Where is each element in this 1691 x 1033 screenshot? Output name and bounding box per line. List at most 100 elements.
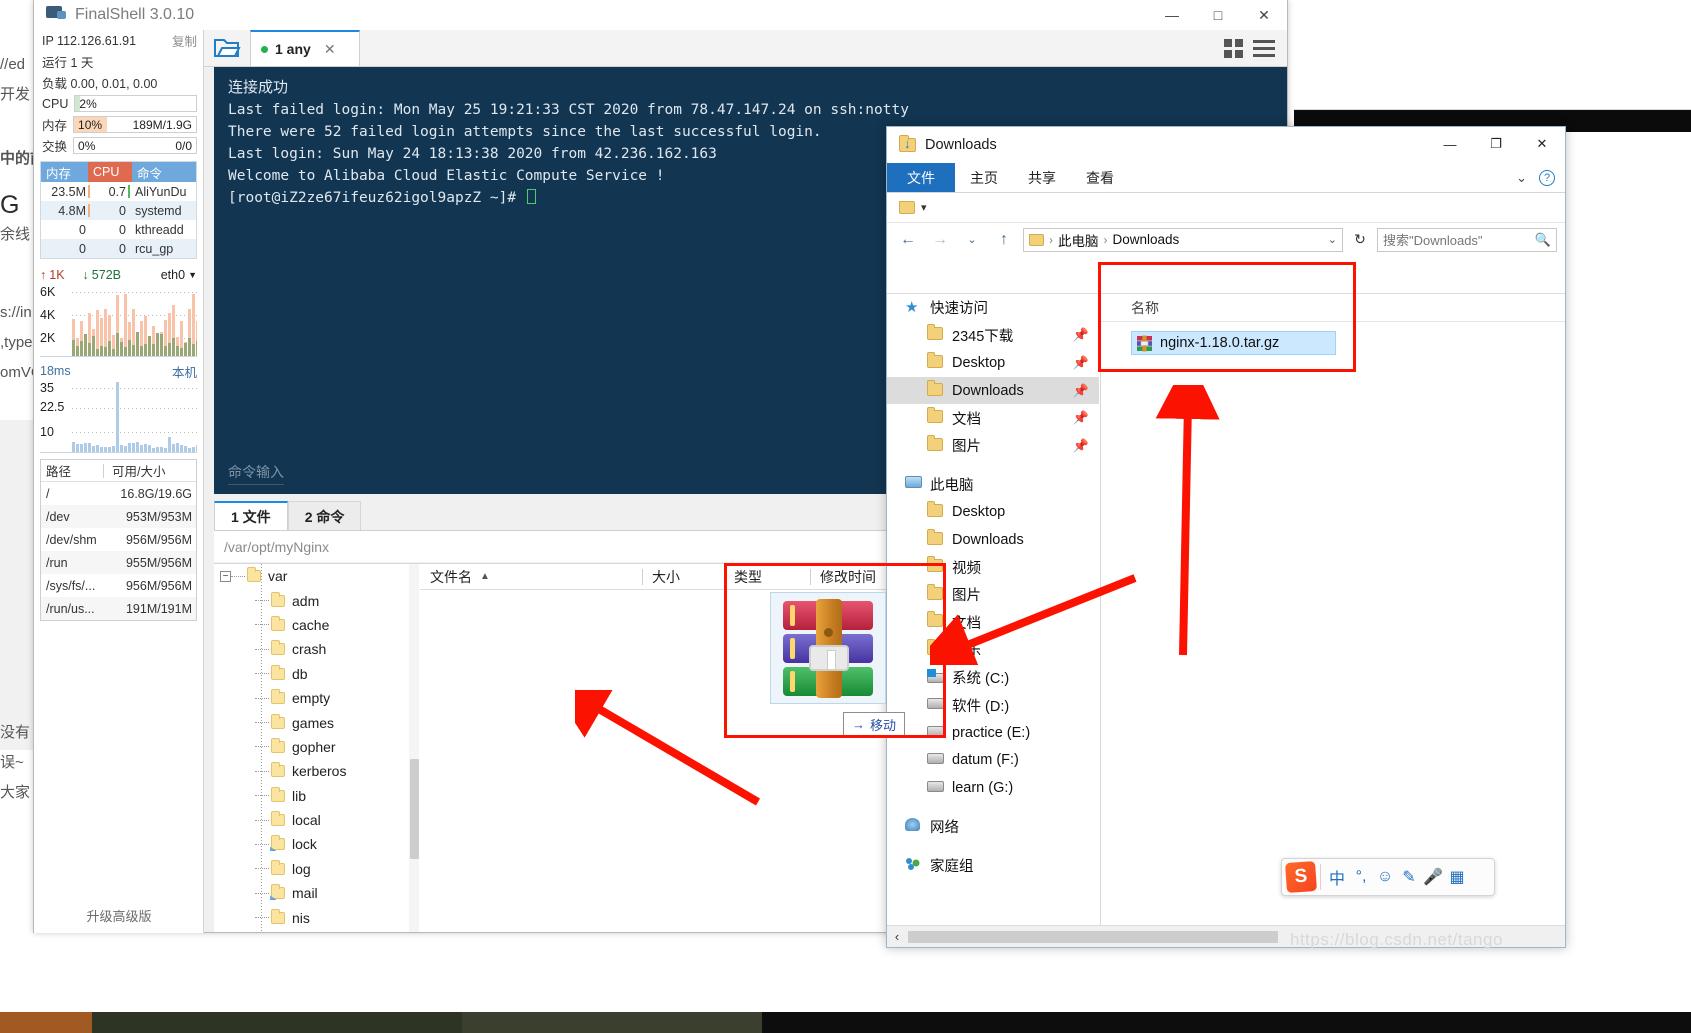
- voice-icon[interactable]: 🎤: [1421, 864, 1445, 890]
- tree-node[interactable]: log: [214, 857, 418, 881]
- tree-node[interactable]: lib: [214, 784, 418, 808]
- nav-item-learn (G:)[interactable]: learn (G:): [887, 774, 1099, 802]
- tree-node[interactable]: games: [214, 710, 418, 734]
- tree-node[interactable]: gopher: [214, 735, 418, 759]
- pin-icon[interactable]: 📌: [1073, 355, 1089, 371]
- breadcrumb-this-pc[interactable]: 此电脑: [1058, 230, 1099, 250]
- process-row[interactable]: 4.8M 0 systemd: [41, 201, 196, 220]
- ribbon-tab-file[interactable]: 文件: [887, 163, 955, 192]
- recent-locations-button[interactable]: ⌄: [959, 227, 985, 253]
- back-button[interactable]: ←: [895, 227, 921, 253]
- pin-icon[interactable]: 📌: [1073, 383, 1089, 399]
- nav-item-label: 文档: [952, 411, 981, 428]
- process-col-cmd[interactable]: 命令: [132, 162, 196, 182]
- upgrade-button[interactable]: 升级高级版: [34, 906, 204, 925]
- nav-item-Downloads[interactable]: Downloads 📌: [887, 376, 1099, 405]
- nav-section-网络[interactable]: 网络: [887, 813, 1099, 841]
- tree-node[interactable]: cache: [214, 613, 418, 637]
- remote-directory-tree[interactable]: − var adm cache crash db empty games gopher kerbe…: [214, 564, 419, 932]
- tree-node[interactable]: crash: [214, 637, 418, 661]
- disk-row[interactable]: /run 955M/956M: [41, 551, 196, 574]
- tab-commands[interactable]: 2 命令: [287, 501, 362, 531]
- menu-icon[interactable]: [1253, 36, 1275, 61]
- tree-node[interactable]: mail: [214, 881, 418, 905]
- pen-icon[interactable]: ✎: [1397, 864, 1421, 890]
- chevron-down-icon[interactable]: ⌄: [1516, 170, 1527, 186]
- nav-section-家庭组[interactable]: 家庭组: [887, 851, 1099, 879]
- nav-item-datum (F:)[interactable]: datum (F:): [887, 747, 1099, 775]
- process-col-cpu[interactable]: CPU: [88, 162, 132, 182]
- toolbox-icon[interactable]: ▦: [1445, 864, 1469, 890]
- sogou-logo-icon[interactable]: S: [1284, 860, 1318, 894]
- copy-ip-button[interactable]: 复制: [172, 31, 197, 50]
- finalshell-maximize-button[interactable]: □: [1195, 0, 1241, 30]
- breadcrumb-downloads[interactable]: Downloads: [1113, 232, 1180, 247]
- process-col-mem[interactable]: 内存: [41, 162, 88, 182]
- nav-item-文档[interactable]: 文档 📌: [887, 404, 1099, 432]
- explorer-minimize-button[interactable]: —: [1427, 127, 1473, 161]
- nav-item-2345下载[interactable]: 2345下载 📌: [887, 322, 1099, 350]
- folder-icon[interactable]: [899, 201, 915, 214]
- chevron-down-icon[interactable]: ▾: [921, 201, 927, 214]
- process-row[interactable]: 0 0 rcu_gp: [41, 239, 196, 258]
- tab-files[interactable]: 1 文件: [214, 501, 288, 531]
- explorer-maximize-button[interactable]: ❐: [1473, 127, 1519, 161]
- help-icon[interactable]: ?: [1539, 169, 1555, 186]
- search-input[interactable]: 搜索"Downloads" 🔍: [1377, 227, 1557, 252]
- col-filename[interactable]: 文件名 ▲: [420, 564, 642, 590]
- tree-node[interactable]: db: [214, 662, 418, 686]
- forward-button[interactable]: →: [927, 227, 953, 253]
- pin-icon[interactable]: 📌: [1073, 438, 1089, 454]
- tree-node[interactable]: empty: [214, 686, 418, 710]
- nav-section-快速访问[interactable]: ★ 快速访问: [887, 294, 1099, 322]
- disk-row[interactable]: /dev 953M/953M: [41, 505, 196, 528]
- search-icon[interactable]: 🔍: [1535, 232, 1551, 248]
- process-row[interactable]: 0 0 kthreadd: [41, 220, 196, 239]
- pin-icon[interactable]: 📌: [1073, 327, 1089, 343]
- tree-node[interactable]: adm: [214, 588, 418, 612]
- nav-item-Desktop[interactable]: Desktop 📌: [887, 349, 1099, 377]
- process-row[interactable]: 23.5M 0.7 AliYunDu: [41, 182, 196, 201]
- tree-node[interactable]: −opt: [214, 930, 418, 932]
- finalshell-close-button[interactable]: ✕: [1241, 0, 1287, 30]
- explorer-close-button[interactable]: ✕: [1519, 127, 1565, 161]
- up-button[interactable]: ↑: [991, 227, 1017, 253]
- tree-node[interactable]: kerberos: [214, 759, 418, 783]
- nav-item-图片[interactable]: 图片 📌: [887, 432, 1099, 460]
- ribbon-tab-view[interactable]: 查看: [1071, 163, 1129, 192]
- tree-node[interactable]: local: [214, 808, 418, 832]
- remote-path-value[interactable]: /var/opt/myNginx: [214, 539, 329, 555]
- grid-view-icon[interactable]: [1224, 38, 1243, 58]
- tree-vertical-scrollbar[interactable]: [409, 564, 419, 932]
- collapse-icon[interactable]: −: [220, 570, 231, 582]
- chinese-mode-icon[interactable]: 中: [1325, 864, 1349, 890]
- pin-icon[interactable]: 📌: [1073, 410, 1089, 426]
- tree-node[interactable]: lock: [214, 832, 418, 856]
- ribbon-tab-share[interactable]: 共享: [1013, 163, 1071, 192]
- terminal-tab-1[interactable]: 1 any ✕: [250, 30, 360, 66]
- disk-row[interactable]: / 16.8G/19.6G: [41, 482, 196, 505]
- disk-row[interactable]: /run/us... 191M/191M: [41, 597, 196, 620]
- breadcrumb[interactable]: › 此电脑 › Downloads ⌄: [1023, 227, 1343, 252]
- nav-item-Desktop[interactable]: Desktop: [887, 498, 1099, 526]
- disk-size: 955M/956M: [125, 555, 192, 570]
- tree-node[interactable]: nis: [214, 905, 418, 929]
- open-connection-manager-icon[interactable]: [204, 30, 250, 66]
- nav-section-此电脑[interactable]: 此电脑: [887, 471, 1099, 499]
- disk-row[interactable]: /dev/shm 956M/956M: [41, 528, 196, 551]
- explorer-file-list[interactable]: 名称 nginx-1.18.0.tar.gz: [1100, 294, 1565, 925]
- disk-row[interactable]: /sys/fs/... 956M/956M: [41, 574, 196, 597]
- tree-node[interactable]: − var: [214, 564, 418, 588]
- nav-item-Downloads[interactable]: Downloads: [887, 526, 1099, 554]
- chevron-down-icon[interactable]: ⌄: [1328, 233, 1337, 246]
- col-size[interactable]: 大小: [642, 564, 724, 590]
- desktop-taskbar-strip: [0, 1012, 1691, 1033]
- punctuation-mode-icon[interactable]: °,: [1349, 864, 1373, 890]
- refresh-icon[interactable]: ↻: [1349, 229, 1371, 251]
- network-interface-selector[interactable]: eth0 ▼: [161, 268, 197, 282]
- finalshell-minimize-button[interactable]: —: [1149, 0, 1195, 30]
- close-tab-icon[interactable]: ✕: [324, 41, 336, 58]
- ribbon-tab-home[interactable]: 主页: [955, 163, 1013, 192]
- emoji-icon[interactable]: ☺: [1373, 864, 1397, 890]
- scroll-left-icon[interactable]: ‹: [887, 927, 907, 947]
